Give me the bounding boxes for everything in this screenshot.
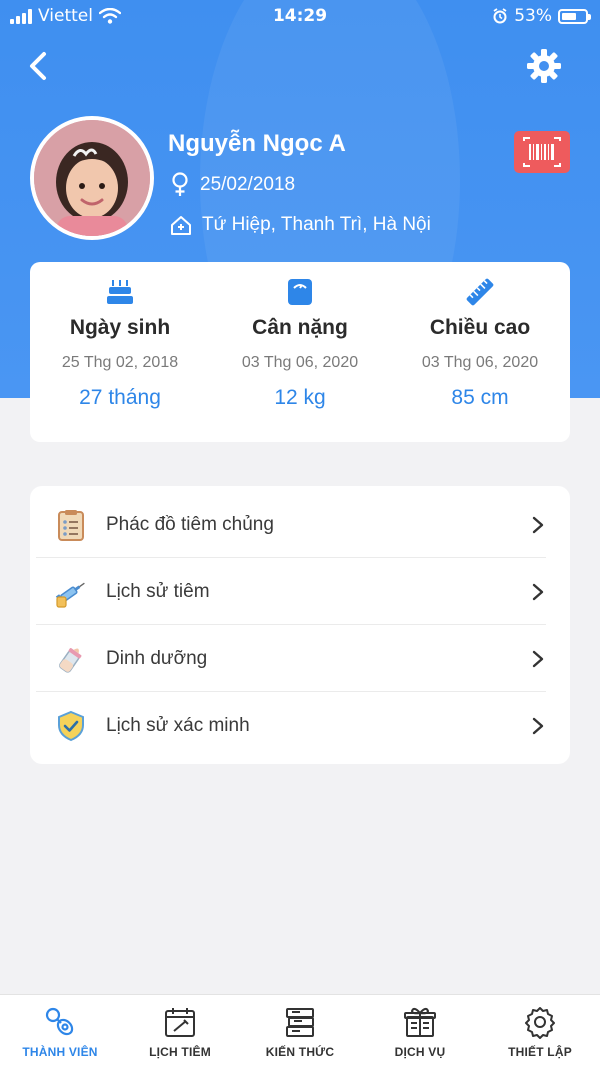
address-text: Tứ Hiệp, Thanh Trì, Hà Nội [202,214,431,235]
settings-button[interactable] [524,46,564,86]
menu-item-vaccination-history[interactable]: Lịch sử tiêm [30,558,570,625]
pacifier-icon [45,1007,74,1036]
gift-icon [404,1007,436,1037]
stat-label: Ngày sinh [69,316,171,339]
stat-height: Chiều cao 03 Thg 06, 2020 85 cm [390,262,570,442]
chevron-right-icon [532,516,544,534]
female-icon [172,172,188,196]
tab-label: KIẾN THỨC [265,1045,335,1059]
dob-text: 25/02/2018 [200,174,296,195]
syringe-icon [55,582,85,608]
tab-label: THIẾT LẬP [508,1045,572,1059]
chevron-right-icon [532,717,544,735]
chevron-right-icon [532,583,544,601]
battery-percent: 53% [514,6,552,26]
stat-label: Cân nặng [252,316,348,339]
tab-vaccination-calendar[interactable]: LỊCH TIÊM [120,995,240,1066]
tab-settings[interactable]: THIẾT LẬP [480,995,600,1066]
menu-card: Phác đồ tiêm chủng Lịch sử tiêm Dinh dưỡ… [30,486,570,764]
stat-label: Chiều cao [429,316,531,339]
menu-item-label: Phác đồ tiêm chủng [106,514,274,535]
baby-bottle-icon [59,648,82,673]
menu-item-label: Dinh dưỡng [106,648,208,669]
menu-item-nutrition[interactable]: Dinh dưỡng [30,625,570,692]
tab-label: DỊCH VỤ [394,1045,446,1059]
stat-birthday: Ngày sinh 25 Thg 02, 2018 27 tháng [30,262,210,442]
status-bar: Viettel 14:29 53% [0,0,600,32]
stat-value: 12 kg [274,386,326,409]
avatar[interactable] [30,116,154,240]
scale-icon [288,279,312,305]
barcode-button[interactable] [514,131,570,173]
stat-weight: Cân nặng 03 Thg 06, 2020 12 kg [210,262,390,442]
home-icon [171,216,191,235]
alarm-icon [493,8,507,24]
battery-icon [558,8,591,24]
stat-value: 85 cm [451,386,509,409]
tab-knowledge[interactable]: KIẾN THỨC [240,995,360,1066]
ruler-icon [466,278,494,306]
menu-item-vaccination-schedule[interactable]: Phác đồ tiêm chủng [30,491,570,558]
gear-icon [527,49,561,83]
address-row: Tứ Hiệp, Thanh Trì, Hà Nội [170,214,431,236]
barcode-icon [523,137,561,167]
calendar-icon [165,1008,195,1037]
stat-date: 03 Thg 06, 2020 [241,354,359,371]
tab-label: LỊCH TIÊM [149,1045,211,1059]
menu-item-verification-history[interactable]: Lịch sử xác minh [30,692,570,759]
bottom-tab-bar: THÀNH VIÊN LỊCH TIÊM KIẾN THỨC DỊCH VỤ T… [0,994,600,1066]
stat-value: 27 tháng [79,386,161,409]
stats-card: Ngày sinh 25 Thg 02, 2018 27 tháng Cân n… [30,262,570,442]
verified-shield-icon [58,710,84,742]
books-icon [286,1008,314,1037]
chevron-left-icon [30,52,46,80]
tab-services[interactable]: DỊCH VỤ [360,995,480,1066]
clipboard-icon [58,510,84,541]
back-button[interactable] [22,46,58,86]
tab-members[interactable]: THÀNH VIÊN [0,995,120,1066]
menu-item-label: Lịch sử tiêm [106,581,210,602]
child-name: Nguyễn Ngọc A [168,130,346,157]
chevron-right-icon [532,650,544,668]
dob-row: 25/02/2018 [170,172,295,198]
gear-icon [525,1007,555,1039]
cake-icon [107,280,133,304]
stat-date: 03 Thg 06, 2020 [421,354,539,371]
menu-item-label: Lịch sử xác minh [106,715,250,736]
child-photo [34,120,150,236]
tab-label: THÀNH VIÊN [22,1045,98,1059]
stat-date: 25 Thg 02, 2018 [61,354,179,371]
